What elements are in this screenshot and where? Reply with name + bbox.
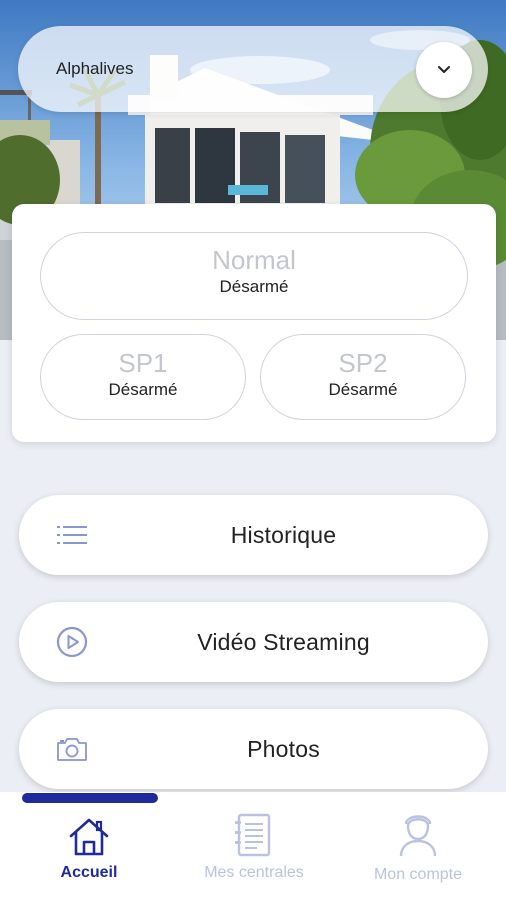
nav-item-mon-compte[interactable]: Mon compte — [338, 810, 498, 884]
mode-normal-state: Désarmé — [219, 277, 289, 296]
mode-sp2-button[interactable]: SP2 Désarmé — [260, 334, 466, 420]
nav-accueil-label: Accueil — [60, 864, 118, 881]
nav-item-accueil[interactable]: Accueil — [9, 810, 169, 882]
mode-sp2-title: SP2 — [338, 348, 388, 378]
photos-label: Photos — [247, 735, 320, 762]
historique-button[interactable]: Historique — [19, 495, 488, 575]
alarm-modes-card: Normal Désarmé SP1 Désarmé SP2 Désarmé — [12, 204, 496, 442]
mode-sp1-title: SP1 — [118, 348, 168, 378]
mode-normal-button[interactable]: Normal Désarmé — [40, 232, 468, 320]
site-selector[interactable]: Alphalives — [18, 26, 488, 112]
site-name: Alphalives — [56, 59, 134, 78]
user-icon — [338, 810, 498, 858]
active-tab-indicator — [22, 793, 158, 803]
chevron-down-icon — [436, 61, 452, 79]
bottom-navigation: Accueil Mes centrales Mon compte — [0, 792, 506, 900]
photos-button[interactable]: Photos — [19, 709, 488, 789]
document-icon — [174, 810, 334, 858]
mode-sp2-state: Désarmé — [328, 380, 398, 399]
mode-sp1-state: Désarmé — [108, 380, 178, 399]
mode-normal-title: Normal — [212, 245, 296, 275]
video-streaming-button[interactable]: Vidéo Streaming — [19, 602, 488, 682]
mode-sp1-button[interactable]: SP1 Désarmé — [40, 334, 246, 420]
home-icon — [9, 810, 169, 858]
historique-label: Historique — [230, 521, 337, 548]
nav-item-mes-centrales[interactable]: Mes centrales — [174, 810, 334, 882]
nav-mes-centrales-label: Mes centrales — [204, 864, 304, 881]
site-dropdown-button[interactable] — [416, 42, 472, 98]
video-streaming-label: Vidéo Streaming — [197, 628, 370, 655]
nav-mon-compte-label: Mon compte — [373, 866, 463, 883]
